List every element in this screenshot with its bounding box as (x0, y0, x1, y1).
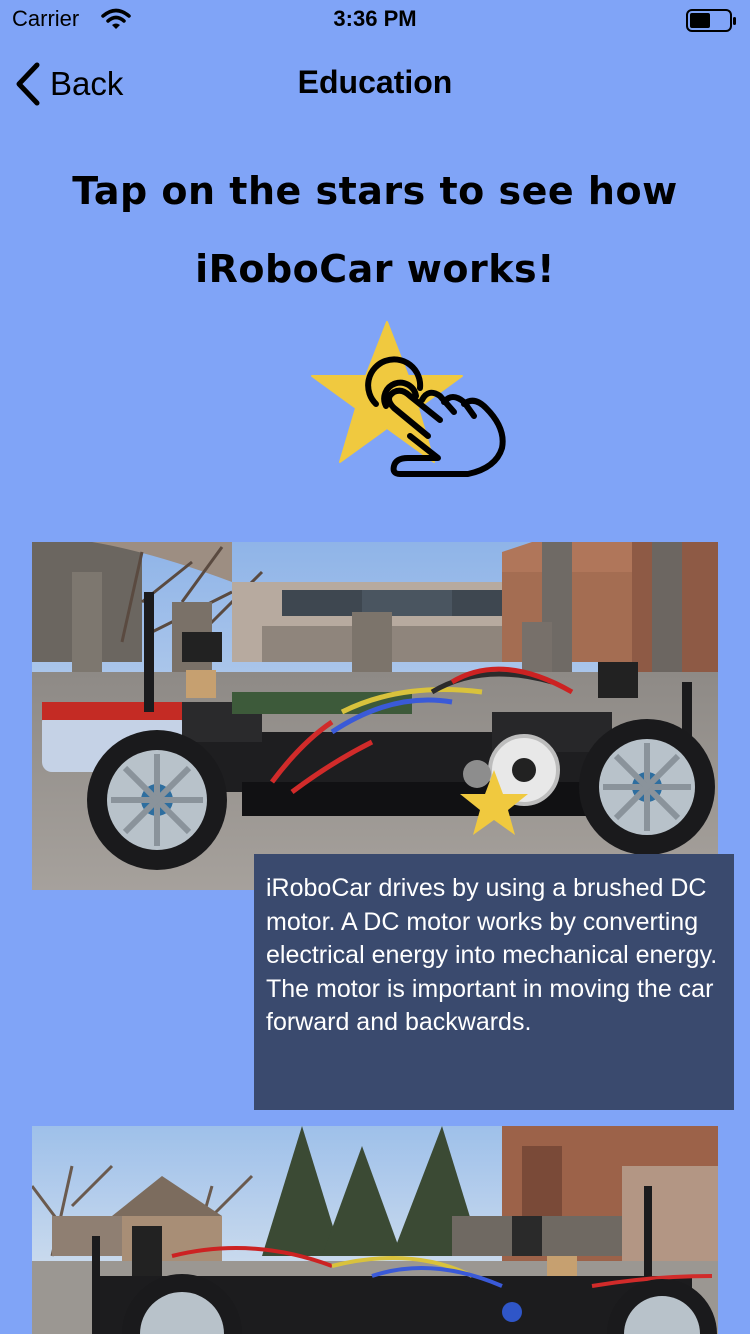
instruction-headline: Tap on the stars to see how iRoboCar wor… (40, 152, 710, 308)
irobocar-side-view-photo (32, 542, 718, 890)
irobocar-front-view-photo (32, 1126, 718, 1334)
motor-info-text: iRoboCar drives by using a brushed DC mo… (266, 874, 718, 1037)
star-icon[interactable] (458, 768, 530, 838)
status-bar: Carrier 3:36 PM (0, 0, 750, 40)
clock: 3:36 PM (333, 6, 417, 31)
headline-line-1: Tap on the stars to see how (72, 169, 678, 213)
motor-info-box: iRoboCar drives by using a brushed DC mo… (254, 854, 734, 1110)
page-title: Education (297, 64, 453, 100)
battery-icon (686, 9, 736, 32)
headline-line-2: iRoboCar works! (195, 247, 555, 291)
navigation-bar: Back Education (0, 40, 750, 128)
star-tap-icon (311, 321, 506, 477)
